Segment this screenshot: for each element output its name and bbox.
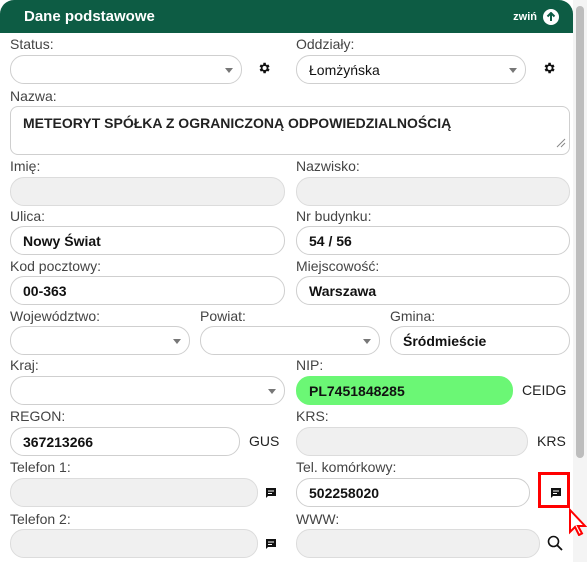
ceidg-button[interactable]: CEIDG [522,382,566,398]
gear-icon[interactable] [256,60,272,76]
message-icon[interactable] [264,537,278,551]
nr-budynku-label: Nr budynku: [296,208,372,224]
ulica-value: Nowy Świat [23,232,101,249]
telefon2-input[interactable] [10,529,258,558]
section-header: Dane podstawowe zwiń [0,0,573,33]
krs-input[interactable] [296,427,528,456]
chevron-down-icon [509,68,517,73]
scrollbar-thumb[interactable] [576,6,584,458]
miejscowosc-label: Miejscowość: [296,258,380,274]
telefon1-input[interactable] [10,478,258,507]
imie-label: Imię: [10,158,41,174]
tel-komorkowy-input[interactable]: 502258020 [296,478,530,507]
arrow-up-circle-icon [543,8,559,25]
ulica-input[interactable]: Nowy Świat [10,226,285,255]
gmina-label: Gmina: [390,308,436,324]
kraj-label: Kraj: [10,357,39,373]
chevron-down-icon [268,389,276,394]
nazwa-label: Nazwa: [10,88,57,104]
nazwisko-input[interactable] [296,177,570,206]
oddzialy-label: Oddziały: [296,36,355,52]
gmina-value: Śródmieście [403,332,487,349]
search-icon[interactable] [546,534,564,552]
highlight-box [538,472,570,508]
telefon1-label: Telefon 1: [10,459,71,475]
message-icon[interactable] [264,486,278,500]
oddzialy-value: Łomżyńska [309,61,380,78]
nip-label: NIP: [296,357,324,373]
powiat-select[interactable] [200,326,380,355]
status-select[interactable] [10,55,242,84]
gus-button[interactable]: GUS [249,433,279,449]
powiat-label: Powiat: [200,308,246,324]
regon-input[interactable]: 367213266 [10,427,240,456]
chevron-down-icon [173,339,181,344]
www-label: WWW: [296,511,340,527]
chevron-down-icon [225,68,233,73]
krs-button[interactable]: KRS [537,433,566,449]
section-title: Dane podstawowe [24,8,155,25]
regon-label: REGON: [10,408,66,424]
nip-input[interactable]: PL7451848285 [296,376,513,405]
miejscowosc-input[interactable]: Warszawa [296,276,570,305]
wojewodztwo-label: Województwo: [10,308,101,324]
regon-value: 367213266 [23,433,94,450]
kod-pocztowy-value: 00-363 [23,282,67,299]
collapse-button[interactable]: zwiń [513,8,559,25]
oddzialy-select[interactable]: Łomżyńska [296,55,526,84]
tel-komorkowy-label: Tel. komórkowy: [296,459,397,475]
gear-icon[interactable] [541,60,557,76]
nr-budynku-input[interactable]: 54 / 56 [296,226,570,255]
wojewodztwo-select[interactable] [10,326,190,355]
miejscowosc-value: Warszawa [309,282,377,299]
krs-label: KRS: [296,408,329,424]
ulica-label: Ulica: [10,208,46,224]
telefon2-label: Telefon 2: [10,511,71,527]
collapse-label: zwiń [513,10,537,23]
kod-pocztowy-label: Kod pocztowy: [10,258,102,274]
status-label: Status: [10,36,54,52]
www-input[interactable] [296,529,540,558]
resize-grip-icon[interactable] [556,135,566,151]
nip-value: PL7451848285 [309,382,405,399]
nr-budynku-value: 54 / 56 [309,232,352,249]
nazwisko-label: Nazwisko: [296,158,360,174]
nazwa-value: METEORYT SPÓŁKA Z OGRANICZONĄ ODPOWIEDZI… [23,115,452,131]
kod-pocztowy-input[interactable]: 00-363 [10,276,285,305]
tel-komorkowy-value: 502258020 [309,484,380,501]
cursor-arrow-icon [568,508,587,536]
kraj-select[interactable] [10,376,285,405]
gmina-input[interactable]: Śródmieście [390,326,570,355]
imie-input[interactable] [10,177,285,206]
chevron-down-icon [363,339,371,344]
nazwa-textarea[interactable]: METEORYT SPÓŁKA Z OGRANICZONĄ ODPOWIEDZI… [10,106,570,155]
